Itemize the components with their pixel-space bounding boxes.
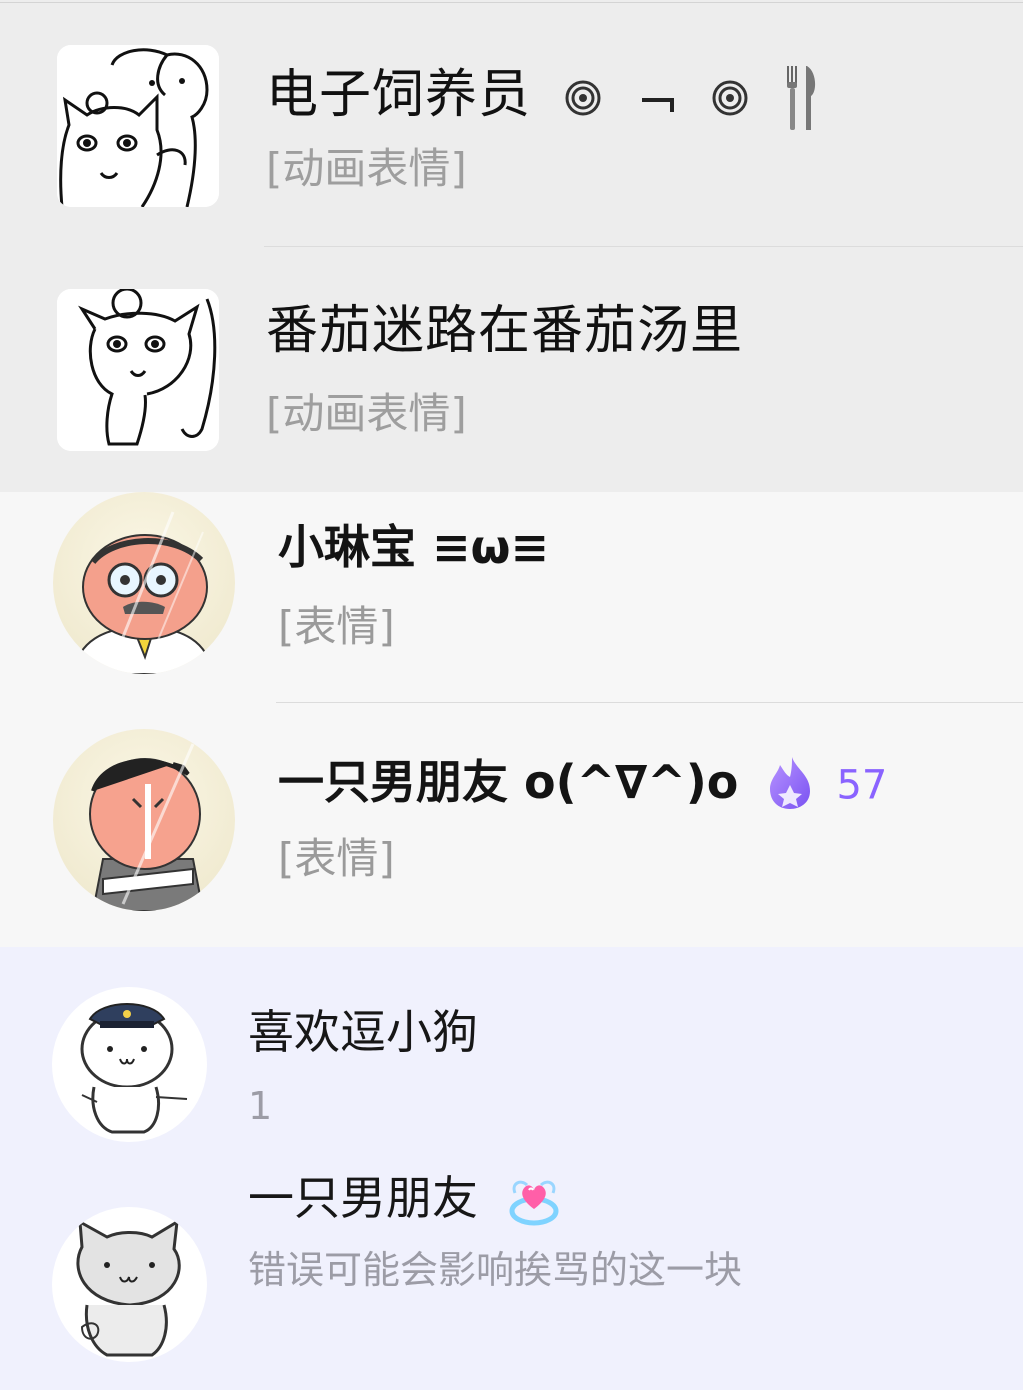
chat-name: 小琳宝 ≡ω≡ xyxy=(278,520,550,574)
sketch-cat-dog-avatar[interactable] xyxy=(57,45,219,207)
chat-preview: [动画表情] xyxy=(266,144,467,193)
chat-row-xiaolinbao[interactable]: 小琳宝 ≡ω≡ [表情] xyxy=(0,492,1023,703)
chat-name-text: 电子饲养员 xyxy=(266,65,532,125)
chat-row-electronic-keeper[interactable]: 电子饲养员 [动画表情] xyxy=(0,0,1023,247)
corner-bracket-icon xyxy=(638,78,678,118)
chat-row-tomato-soup[interactable]: 番茄迷路在番茄汤里 [动画表情] xyxy=(0,247,1023,492)
qq-chat-list-highlight: 喜欢逗小狗 1 一只男朋友 错误可能会影响挨骂的这一块 xyxy=(0,947,1023,1390)
chat-name: 一只男朋友 xyxy=(248,1175,561,1227)
chat-name: 番茄迷路在番茄汤里 xyxy=(266,301,744,361)
chat-preview: [表情] xyxy=(278,602,395,651)
cartoon-boy-avatar[interactable] xyxy=(53,729,235,911)
chat-preview: [动画表情] xyxy=(266,389,467,438)
chat-name-text: 一只男朋友 o(^∇^)o xyxy=(278,755,739,809)
chat-row-likes-puppy[interactable]: 喜欢逗小狗 1 xyxy=(0,947,1023,1169)
wechat-chat-list: 电子饲养员 [动画表情] 番茄迷路在番茄汤里 [动画表情] xyxy=(0,0,1023,492)
chat-name: 喜欢逗小狗 xyxy=(248,1005,478,1059)
chat-name: 一只男朋友 o(^∇^)o 57 xyxy=(278,755,887,816)
sailor-cat-avatar[interactable] xyxy=(52,987,207,1142)
cyclone-icon xyxy=(710,78,750,118)
chat-row-boyfriend-badge[interactable]: 一只男朋友 o(^∇^)o 57 [表情] xyxy=(0,703,1023,947)
badge-count: 57 xyxy=(836,762,888,809)
chat-row-boyfriend-heart[interactable]: 一只男朋友 错误可能会影响挨骂的这一块 xyxy=(0,1169,1023,1390)
chat-preview: [表情] xyxy=(278,834,395,883)
chat-preview: 1 xyxy=(248,1084,273,1128)
chat-name: 电子饲养员 xyxy=(266,62,821,134)
gray-cat-avatar[interactable] xyxy=(52,1207,207,1362)
chat-preview: 错误可能会影响挨骂的这一块 xyxy=(248,1248,743,1292)
cyclone-icon xyxy=(563,78,603,118)
fork-and-knife-icon xyxy=(781,62,821,134)
heart-ring-icon xyxy=(507,1177,561,1227)
cartoon-principal-avatar[interactable] xyxy=(53,492,235,674)
sketch-cat-avatar[interactable] xyxy=(57,289,219,451)
chat-name-text: 一只男朋友 xyxy=(248,1171,478,1225)
purple-flame-icon xyxy=(766,755,814,816)
qq-chat-list: 小琳宝 ≡ω≡ [表情] 一只男朋友 o(^∇^)o 57 [表情] xyxy=(0,492,1023,947)
